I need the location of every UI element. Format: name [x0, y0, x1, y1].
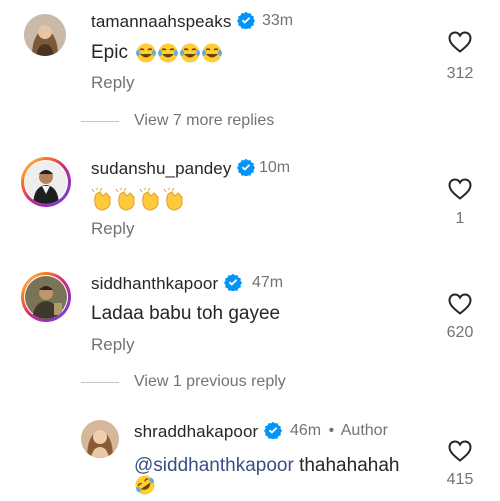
- verified-badge-icon: [264, 421, 283, 444]
- like-count: 620: [446, 324, 474, 341]
- like-count: 415: [446, 471, 474, 488]
- like-count: 312: [446, 65, 474, 82]
- reply-button[interactable]: Reply: [91, 335, 134, 355]
- view-more-replies[interactable]: View 7 more replies: [134, 112, 274, 130]
- reply-username[interactable]: shraddhakapoor: [134, 422, 258, 441]
- avatar[interactable]: [81, 420, 119, 458]
- comment-time: 33m: [262, 12, 294, 29]
- like-heart-icon[interactable]: [448, 440, 472, 467]
- mention-link[interactable]: @siddhanthkapoor: [134, 455, 294, 476]
- comment-username[interactable]: siddhanthkapoor: [91, 274, 218, 293]
- comment-time: 10m: [259, 159, 291, 176]
- like-heart-icon[interactable]: [448, 293, 472, 320]
- clapping-hands-emoji-icon: [91, 187, 189, 217]
- author-label: Author: [340, 422, 388, 439]
- replies-divider: [81, 121, 119, 122]
- meta-separator: •: [328, 422, 335, 439]
- replies-divider: [81, 382, 119, 383]
- avatar[interactable]: [21, 272, 71, 322]
- verified-badge-icon: [237, 11, 256, 34]
- like-heart-icon[interactable]: [448, 178, 472, 205]
- comment-text: Ladaa babu toh gayee: [91, 303, 281, 324]
- reply-button[interactable]: Reply: [91, 73, 134, 93]
- avatar[interactable]: [24, 14, 66, 56]
- reply-button[interactable]: Reply: [91, 219, 134, 239]
- comment-time: 47m: [252, 274, 284, 291]
- reply-time: 46m: [290, 422, 322, 439]
- like-count: 1: [455, 210, 465, 227]
- comment-username[interactable]: tamannaahspeaks: [91, 12, 231, 31]
- laughing-tears-emoji-icon: [130, 42, 225, 63]
- like-heart-icon[interactable]: [448, 31, 472, 58]
- view-previous-reply[interactable]: View 1 previous reply: [134, 373, 286, 391]
- verified-badge-icon: [237, 158, 256, 181]
- avatar[interactable]: [21, 157, 71, 207]
- comment-text: Epic: [91, 42, 128, 64]
- comment-username[interactable]: sudanshu_pandey: [91, 159, 231, 178]
- reply-text: thahahahah: [293, 455, 400, 476]
- verified-badge-icon: [224, 273, 243, 296]
- rolling-laughing-emoji-icon: [134, 474, 156, 501]
